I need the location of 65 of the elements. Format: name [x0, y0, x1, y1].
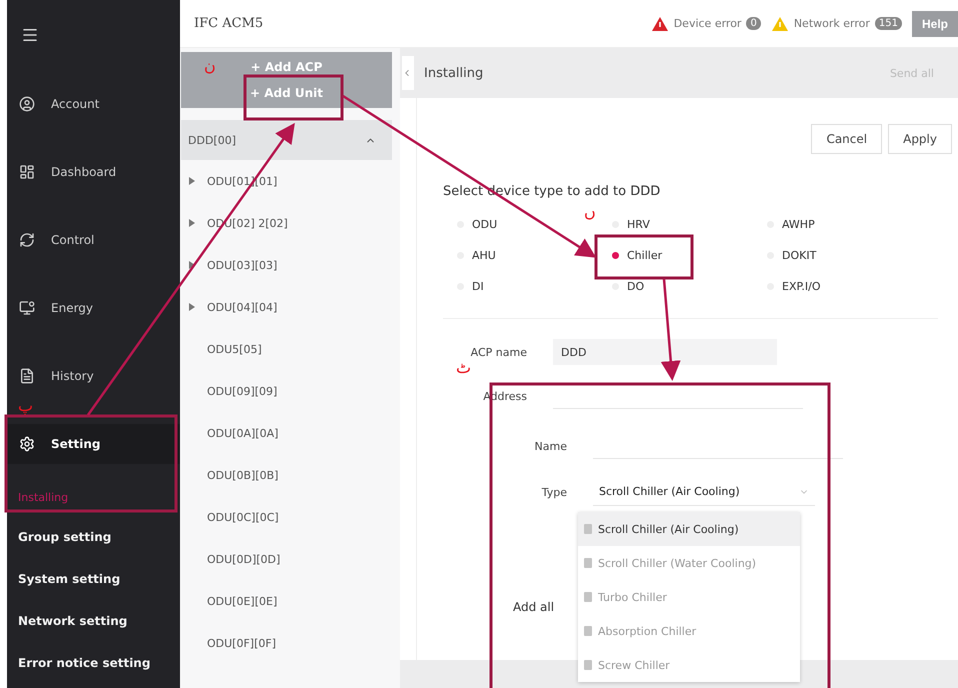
dashboard-icon — [19, 164, 35, 180]
device-type-radio[interactable]: Chiller — [612, 246, 662, 265]
settings-icon — [19, 436, 35, 452]
tree-item[interactable]: ODU[0A][0A] — [207, 426, 278, 440]
tree-item[interactable]: ODU[03][03] — [207, 258, 278, 272]
tree-item[interactable]: ODU5[05] — [207, 342, 262, 356]
tree-root-label: DDD[00] — [188, 134, 236, 146]
sidebar-item[interactable]: Dashboard — [7, 152, 180, 192]
field-label: Type — [540, 486, 568, 498]
acp-name-field[interactable]: DDD — [553, 339, 777, 365]
annotation-letter: ں — [584, 204, 596, 220]
alert-label: Device error — [674, 17, 742, 30]
sidebar-item[interactable]: Setting — [7, 424, 180, 464]
form-button[interactable]: Cancel — [811, 124, 882, 154]
tree-item[interactable]: ODU[0F][0F] — [207, 636, 276, 650]
field-label: Name — [534, 440, 568, 452]
submenu-item[interactable]: Group setting — [7, 516, 180, 558]
alert-label: Network error — [794, 17, 870, 30]
submenu-item[interactable]: Network setting — [7, 600, 180, 642]
monitor-icon — [19, 300, 35, 316]
submenu-item[interactable]: System setting — [7, 558, 180, 600]
expand-icon[interactable] — [189, 303, 195, 311]
warning-icon — [650, 16, 669, 32]
document-icon — [19, 368, 35, 384]
device-type-radio[interactable]: DOKIT — [767, 246, 816, 265]
tree-root-row[interactable]: DDD[00] — [181, 120, 392, 160]
tree-item[interactable]: ODU[09][09] — [207, 384, 278, 398]
annotation-letter: ن — [204, 58, 216, 74]
device-type-radio[interactable]: DI — [457, 277, 484, 296]
radio-dot[interactable] — [612, 252, 619, 259]
annotation-letter: ٹ — [456, 360, 472, 376]
tree-item[interactable]: ODU[0D][0D] — [207, 552, 280, 566]
account-icon — [19, 96, 35, 112]
sidebar-item[interactable]: Control — [7, 220, 180, 260]
alert-count: 0 — [746, 17, 761, 30]
control-icon — [19, 232, 35, 248]
form-button[interactable]: Apply — [888, 124, 952, 154]
collapse-toggle[interactable] — [402, 56, 414, 90]
device-type-radio[interactable]: EXP.I/O — [767, 277, 821, 296]
dropdown-option[interactable]: Scroll Chiller (Air Cooling) — [578, 512, 800, 546]
device-type-radio[interactable]: HRV — [612, 215, 650, 234]
device-type-radio[interactable]: AWHP — [767, 215, 815, 234]
device-type-radio[interactable]: DO — [612, 277, 644, 296]
alert-count: 151 — [874, 17, 902, 30]
app-title: IFC ACM5 — [194, 16, 264, 31]
add-all-label: Add all — [513, 600, 556, 614]
warning-icon — [770, 16, 789, 32]
expand-icon[interactable] — [189, 261, 195, 269]
tree-item[interactable]: ODU[0E][0E] — [207, 594, 278, 608]
expand-icon[interactable] — [189, 177, 195, 185]
type-select[interactable]: Scroll Chiller (Air Cooling) — [593, 478, 815, 506]
sidebar-item[interactable]: History — [7, 356, 180, 396]
tree-item[interactable]: ODU[04][04] — [207, 300, 278, 314]
device-type-radio[interactable]: AHU — [457, 246, 496, 265]
submenu-item[interactable]: Error notice setting — [7, 642, 180, 684]
annotation-letter: پ — [18, 398, 34, 414]
field-label: ACP name — [470, 346, 528, 358]
panel-title: Installing — [424, 66, 484, 80]
tree-item[interactable]: ODU[0B][0B] — [207, 468, 278, 482]
sidebar-item[interactable]: Account — [7, 84, 180, 124]
expand-icon[interactable] — [189, 219, 195, 227]
sidebar-item[interactable]: Energy — [7, 288, 180, 328]
menu-icon[interactable] — [21, 26, 39, 44]
device-type-radio[interactable]: ODU — [457, 215, 498, 234]
tree-item[interactable]: ODU[0C][0C] — [207, 510, 279, 524]
